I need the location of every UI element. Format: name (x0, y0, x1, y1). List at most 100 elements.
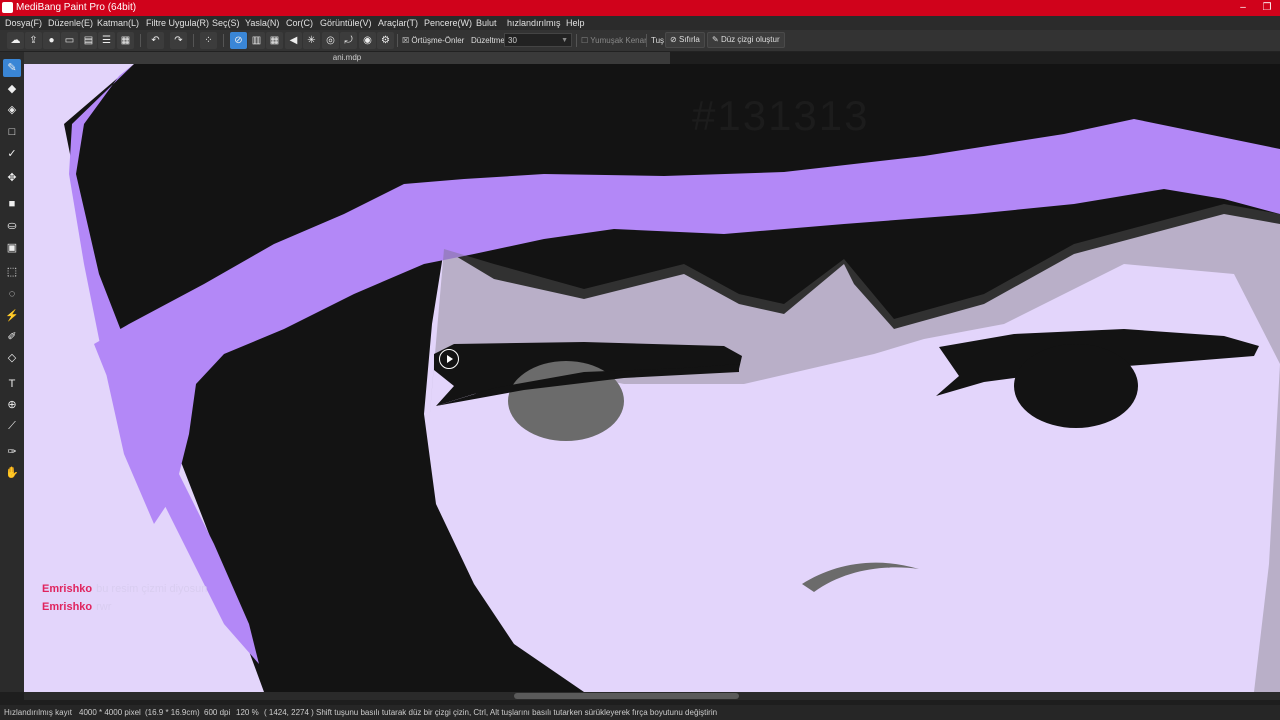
radial-snap-icon[interactable]: ✳ (303, 32, 320, 49)
chat-line: Emrishko rwr (42, 601, 111, 613)
status-bar: Hızlandırılmış kayıt 4000 * 4000 pixel (… (0, 705, 1280, 720)
horizontal-scrollbar[interactable] (24, 692, 1280, 700)
soft-edge-label: Yumuşak Kenar (590, 36, 647, 45)
circle-snap-icon[interactable]: ◎ (322, 32, 339, 49)
dot-eraser-icon[interactable]: ◈ (3, 101, 21, 119)
hand-icon[interactable]: ✋ (3, 464, 21, 482)
tool-palette: ✎ ◆ ◈ □ ✓ ✥ ■ ⛀ ▣ ⬚ ◌ ⚡ ✐ ◇ T ⊕ ⟋ ✑ ✋ (0, 52, 24, 692)
upload-icon[interactable]: ⇪ (25, 32, 42, 49)
snap-off-icon[interactable]: ⊘ (230, 32, 247, 49)
right-pupil (1014, 344, 1138, 428)
divide-icon[interactable]: ⊕ (3, 396, 21, 414)
document-tab-label: ani.mdp (332, 53, 362, 62)
chat-user: Emrishko (42, 583, 93, 595)
menu-edit[interactable]: Düzenle(E) (48, 16, 93, 30)
vanish-snap-icon[interactable]: ◀ (285, 32, 302, 49)
status-hint: Shift tuşunu basılı tutarak düz bir çizg… (316, 708, 718, 717)
restore-icon[interactable]: ❐ (1256, 0, 1278, 16)
grid-icon[interactable]: ▦ (117, 32, 134, 49)
status-dpi: 600 dpi (204, 708, 231, 717)
menu-timelapse[interactable]: hızlandırılmış (507, 16, 561, 30)
smoothing-label: Düzeltme (471, 36, 505, 45)
select-icon[interactable]: ⬚ (3, 263, 21, 281)
color-note: #131313 (692, 92, 870, 139)
separator (576, 34, 577, 47)
chat-line: Emrishko bu resim çizmi diyosun (42, 583, 207, 595)
menu-filter[interactable]: Filtre Uygula(R) (146, 16, 209, 30)
window-title: MediBang Paint Pro (64bit) (16, 2, 137, 13)
menu-cloud[interactable]: Bulut (476, 16, 497, 30)
magic-wand-icon[interactable]: ⚡ (3, 307, 21, 325)
document-icon[interactable]: ▤ (80, 32, 97, 49)
redo-icon[interactable]: ↷ (170, 32, 187, 49)
separator (140, 34, 141, 47)
move-icon[interactable]: ✥ (3, 169, 21, 187)
separator (646, 34, 647, 47)
overlap-checkbox[interactable]: ☒ Örtüşme-Önler (402, 34, 464, 47)
select-eraser-icon[interactable]: ◇ (3, 349, 21, 367)
toolbar: ☁ ⇪ ● ▭ ▤ ☰ ▦ ↶ ↷ ⁘ ⊘ ▥ ▦ ◀ ✳ ◎ ⤾ ◉ ⚙ ☒ … (0, 30, 1280, 52)
bucket-icon[interactable]: ⛀ (3, 217, 21, 235)
shape-icon[interactable]: □ (3, 123, 21, 141)
select-pen-icon[interactable]: ✐ (3, 328, 21, 346)
undo-icon[interactable]: ↶ (147, 32, 164, 49)
status-coords: ( 1424, 2274 ) (264, 708, 314, 717)
smoothing-value: 30 (508, 36, 517, 45)
chat-user: Emrishko (42, 601, 93, 613)
parallel-snap-icon[interactable]: ▥ (248, 32, 265, 49)
gradient-icon[interactable]: ▣ (3, 239, 21, 257)
list-icon[interactable]: ☰ (98, 32, 115, 49)
separator (193, 34, 194, 47)
brush-cursor-icon (439, 349, 459, 369)
pen-icon[interactable]: ✓ (3, 145, 21, 163)
menu-view[interactable]: Görüntüle(V) (320, 16, 372, 30)
status-zoom: 120 % (236, 708, 259, 717)
menu-help[interactable]: Help (566, 16, 585, 30)
drawing-canvas[interactable]: #131313 Emrishko bu resim çizmi diyosun E… (24, 64, 1280, 692)
smoothing-field[interactable]: 30 ▼ (504, 33, 572, 47)
menu-bar: Dosya(F) Düzenle(E) Katman(L) Filtre Uyg… (0, 16, 1280, 30)
eraser-icon[interactable]: ◆ (3, 80, 21, 98)
straight-line-label: Düz çizgi oluştur (720, 35, 780, 44)
reset-button[interactable]: ⊘ Sıfırla (665, 32, 705, 48)
minimize-icon[interactable]: – (1232, 0, 1254, 16)
straight-line-button[interactable]: ✎ Düz çizgi oluştur (707, 32, 785, 48)
separator (223, 34, 224, 47)
mouth-line (802, 562, 919, 592)
chat-message: bu resim çizmi diyosun (96, 583, 208, 595)
eyedropper-icon[interactable]: ⟋ (3, 417, 21, 435)
menu-snap[interactable]: Yasla(N) (245, 16, 279, 30)
dropper-icon[interactable]: ✑ (3, 443, 21, 461)
cloud-icon[interactable]: ☁ (7, 32, 24, 49)
document-tab[interactable]: ani.mdp (24, 52, 670, 64)
artwork (64, 64, 1280, 692)
app-icon (2, 2, 13, 13)
status-size: 4000 * 4000 pixel (79, 708, 141, 717)
chevron-down-icon: ▼ (561, 37, 568, 44)
status-cm: (16.9 * 16.9cm) (145, 708, 200, 717)
concentric-snap-icon[interactable]: ◉ (359, 32, 376, 49)
menu-select[interactable]: Seç(S) (212, 16, 240, 30)
curve-snap-icon[interactable]: ⤾ (340, 32, 357, 49)
chat-message: rwr (96, 601, 112, 613)
title-bar: MediBang Paint Pro (64bit) – ❐ (0, 0, 1280, 16)
text-icon[interactable]: T (3, 375, 21, 393)
scrollbar-thumb[interactable] (514, 693, 739, 699)
menu-layer[interactable]: Katman(L) (97, 16, 139, 30)
comment-icon[interactable]: ▭ (61, 32, 78, 49)
soft-edge-checkbox[interactable]: ☐ Yumuşak Kenar (581, 34, 647, 47)
menu-tools[interactable]: Araçlar(T) (378, 16, 418, 30)
lasso-icon[interactable]: ◌ (3, 285, 21, 303)
status-mode: Hızlandırılmış kayıt (4, 708, 73, 717)
deselect-icon[interactable]: ⁘ (200, 32, 217, 49)
speech-icon[interactable]: ● (43, 32, 60, 49)
reset-label: Sıfırla (678, 35, 700, 44)
cross-snap-icon[interactable]: ▦ (266, 32, 283, 49)
separator (397, 34, 398, 47)
fill-rect-icon[interactable]: ■ (3, 195, 21, 213)
menu-file[interactable]: Dosya(F) (5, 16, 42, 30)
brush-icon[interactable]: ✎ (3, 59, 21, 77)
menu-window[interactable]: Pencere(W) (424, 16, 472, 30)
menu-color[interactable]: Cor(C) (286, 16, 313, 30)
settings-snap-icon[interactable]: ⚙ (377, 32, 394, 49)
